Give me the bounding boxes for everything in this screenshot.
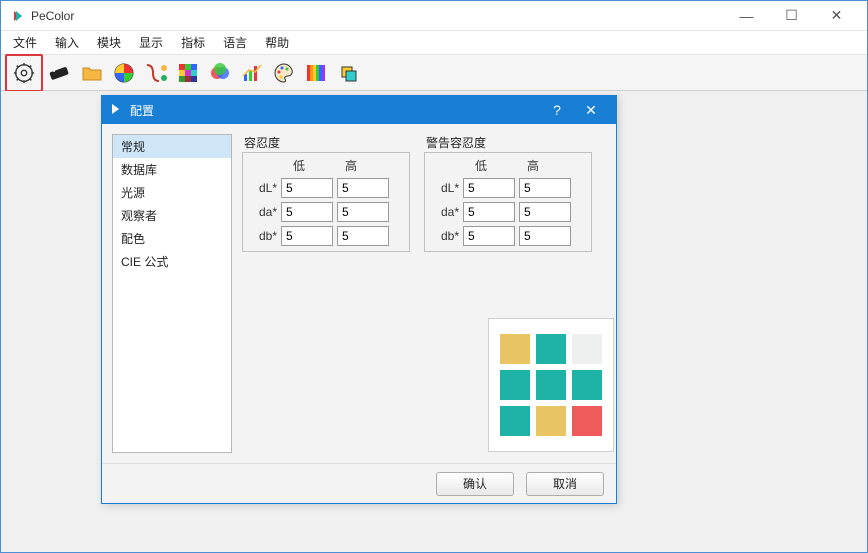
swatch-7 — [536, 406, 566, 436]
sidebar-item-general[interactable]: 常规 — [113, 135, 231, 158]
close-button[interactable]: ✕ — [814, 2, 859, 30]
dialog-buttons: 确认 取消 — [102, 463, 616, 503]
menu-file[interactable]: 文件 — [5, 32, 45, 53]
dialog-icon — [110, 103, 124, 117]
menubar: 文件 输入 模块 显示 指标 语言 帮助 — [1, 31, 867, 55]
titlebar: PeColor — ☐ ✕ — [1, 1, 867, 31]
tool-color-wheel[interactable] — [109, 58, 139, 88]
tag-icon — [48, 63, 72, 83]
warning-db-high-input[interactable] — [519, 226, 571, 246]
color-swatch-panel — [488, 318, 614, 452]
tool-tag[interactable] — [45, 58, 75, 88]
menu-display[interactable]: 显示 — [131, 32, 171, 53]
menu-metrics[interactable]: 指标 — [173, 32, 213, 53]
warning-db-low-input[interactable] — [463, 226, 515, 246]
tool-rgb-bars[interactable] — [301, 58, 331, 88]
warning-db-label: db* — [433, 229, 459, 243]
tolerance-db-high-input[interactable] — [337, 226, 389, 246]
sidebar-item-database[interactable]: 数据库 — [113, 158, 231, 181]
warning-tolerance-group: 低 高 dL* da* — [424, 152, 592, 252]
sidebar-item-cie[interactable]: CIE 公式 — [113, 250, 231, 273]
swatch-3 — [500, 370, 530, 400]
tool-chart[interactable] — [237, 58, 267, 88]
menu-language[interactable]: 语言 — [215, 32, 255, 53]
tolerance-da-label: da* — [251, 205, 277, 219]
tool-layers[interactable] — [333, 58, 363, 88]
tolerance-db-label: db* — [251, 229, 277, 243]
warning-dl-label: dL* — [433, 181, 459, 195]
dialog-title: 配置 — [130, 102, 540, 119]
tolerance-da-low-input[interactable] — [281, 202, 333, 222]
toolbar — [1, 55, 867, 91]
menu-input[interactable]: 输入 — [47, 32, 87, 53]
warning-dl-high-input[interactable] — [519, 178, 571, 198]
swatch-5 — [572, 370, 602, 400]
swatch-8 — [572, 406, 602, 436]
tolerance-header-high: 高 — [325, 157, 377, 174]
menu-help[interactable]: 帮助 — [257, 32, 297, 53]
tolerance-da-high-input[interactable] — [337, 202, 389, 222]
tool-palette[interactable] — [269, 58, 299, 88]
main-window: PeColor — ☐ ✕ 文件 输入 模块 显示 指标 语言 帮助 — [0, 0, 868, 553]
tool-settings-highlight — [5, 54, 43, 92]
client-area: 配置 ? ✕ 常规 数据库 光源 观察者 配色 CIE 公式 容忍度 — [1, 91, 867, 552]
tool-settings[interactable] — [9, 58, 39, 88]
sidebar-item-illuminant[interactable]: 光源 — [113, 181, 231, 204]
cancel-button[interactable]: 取消 — [526, 472, 604, 496]
swatch-1 — [536, 334, 566, 364]
tolerance-dl-label: dL* — [251, 181, 277, 195]
layers-icon — [337, 62, 359, 84]
dialog-help-button[interactable]: ? — [540, 102, 574, 118]
color-wheel-icon — [113, 62, 135, 84]
chart-icon — [241, 62, 263, 84]
tolerance-dl-low-input[interactable] — [281, 178, 333, 198]
warning-tolerance-header-low: 低 — [455, 157, 507, 174]
dialog-body: 常规 数据库 光源 观察者 配色 CIE 公式 容忍度 低 高 — [102, 124, 616, 463]
folder-icon — [81, 62, 103, 84]
formula-icon — [144, 62, 168, 84]
palette-icon — [273, 62, 295, 84]
ok-button[interactable]: 确认 — [436, 472, 514, 496]
app-icon — [9, 8, 25, 24]
swatch-0 — [500, 334, 530, 364]
dialog-sidebar: 常规 数据库 光源 观察者 配色 CIE 公式 — [112, 134, 232, 453]
dialog-main: 容忍度 低 高 dL* da* — [242, 134, 606, 453]
warning-dl-low-input[interactable] — [463, 178, 515, 198]
warning-da-low-input[interactable] — [463, 202, 515, 222]
warning-da-label: da* — [433, 205, 459, 219]
tolerance-title: 容忍度 — [242, 134, 282, 151]
grid-icon — [177, 62, 199, 84]
swatch-6 — [500, 406, 530, 436]
warning-tolerance-header-high: 高 — [507, 157, 559, 174]
dialog-close-button[interactable]: ✕ — [574, 102, 608, 119]
warning-da-high-input[interactable] — [519, 202, 571, 222]
sidebar-item-colormatch[interactable]: 配色 — [113, 227, 231, 250]
overlap-icon — [209, 62, 231, 84]
warning-tolerance-title: 警告容忍度 — [424, 134, 488, 151]
gear-icon — [13, 62, 35, 84]
tool-overlap[interactable] — [205, 58, 235, 88]
tool-formula[interactable] — [141, 58, 171, 88]
sidebar-item-observer[interactable]: 观察者 — [113, 204, 231, 227]
dialog-titlebar: 配置 ? ✕ — [102, 96, 616, 124]
tolerance-db-low-input[interactable] — [281, 226, 333, 246]
tolerance-dl-high-input[interactable] — [337, 178, 389, 198]
tool-grid[interactable] — [173, 58, 203, 88]
minimize-button[interactable]: — — [724, 2, 769, 30]
tolerance-group: 低 高 dL* da* — [242, 152, 410, 252]
spectrum-icon — [305, 62, 327, 84]
maximize-button[interactable]: ☐ — [769, 2, 814, 30]
window-controls: — ☐ ✕ — [724, 2, 859, 30]
tool-folder[interactable] — [77, 58, 107, 88]
config-dialog: 配置 ? ✕ 常规 数据库 光源 观察者 配色 CIE 公式 容忍度 — [101, 95, 617, 504]
swatch-2 — [572, 334, 602, 364]
menu-module[interactable]: 模块 — [89, 32, 129, 53]
tolerance-header-low: 低 — [273, 157, 325, 174]
swatch-4 — [536, 370, 566, 400]
app-title: PeColor — [31, 9, 724, 23]
